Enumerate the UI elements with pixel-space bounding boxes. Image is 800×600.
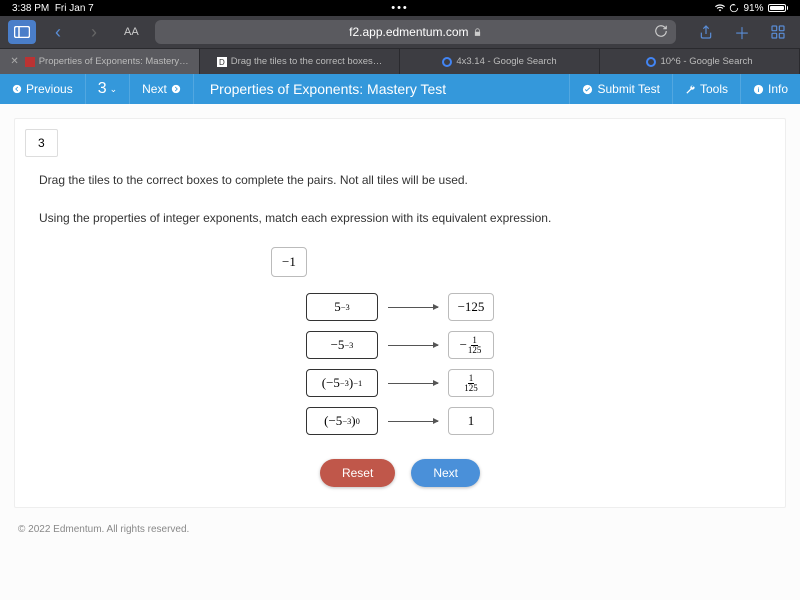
browser-tab[interactable]: ✕ Properties of Exponents: Mastery… <box>0 49 200 74</box>
sidebar-toggle-button[interactable] <box>8 20 36 44</box>
pair-row: (−5−3)0 1 <box>306 407 494 435</box>
answer-slot[interactable]: −1125 <box>448 331 494 359</box>
wifi-icon <box>715 3 725 13</box>
answer-slot[interactable]: 1 <box>448 407 494 435</box>
address-bar[interactable]: f2.app.edmentum.com <box>155 20 676 44</box>
refresh-icon[interactable] <box>654 24 668 41</box>
expression-box[interactable]: −5−3 <box>306 331 378 359</box>
tools-button[interactable]: Tools <box>672 74 740 104</box>
arrow-icon <box>388 345 438 346</box>
submit-test-button[interactable]: Submit Test <box>569 74 671 104</box>
arrow-icon <box>388 307 438 308</box>
tab-strip: ✕ Properties of Exponents: Mastery… D Dr… <box>0 48 800 74</box>
question-card: 3 Drag the tiles to the correct boxes to… <box>14 118 786 508</box>
favicon-icon <box>442 57 452 67</box>
battery-percent: 91% <box>743 3 763 14</box>
browser-toolbar: ‹ › AA f2.app.edmentum.com ＋ <box>0 16 800 48</box>
text-size-button[interactable]: AA <box>124 26 139 38</box>
question-badge: 3 <box>25 129 58 157</box>
back-button[interactable]: ‹ <box>44 20 72 44</box>
svg-text:D: D <box>219 58 225 67</box>
battery-icon <box>768 4 789 12</box>
arrow-icon <box>388 383 438 384</box>
next-question-button[interactable]: Next <box>411 459 480 487</box>
info-icon: i <box>753 84 764 95</box>
question-number-selector[interactable]: 3⌄ <box>86 74 130 104</box>
favicon-icon <box>646 57 656 67</box>
info-button[interactable]: i Info <box>740 74 800 104</box>
expression-box[interactable]: 5−3 <box>306 293 378 321</box>
answer-slot[interactable]: 1125 <box>448 369 494 397</box>
status-bar: 3:38 PM Fri Jan 7 ••• 91% <box>0 0 800 16</box>
tile-bank: −1 <box>15 247 785 277</box>
browser-tab[interactable]: D Drag the tiles to the correct boxes… <box>200 49 400 74</box>
pair-row: 5−3 −125 <box>306 293 494 321</box>
answer-slot[interactable]: −125 <box>448 293 494 321</box>
svg-text:i: i <box>758 86 760 93</box>
status-time-date: 3:38 PM Fri Jan 7 <box>12 3 94 14</box>
multitasking-dots[interactable]: ••• <box>391 2 409 14</box>
browser-tab[interactable]: 10^6 - Google Search <box>600 49 800 74</box>
action-buttons: Reset Next <box>15 459 785 487</box>
arrow-icon <box>388 421 438 422</box>
expression-box[interactable]: (−5−3)0 <box>306 407 378 435</box>
tab-label: 10^6 - Google Search <box>660 56 752 67</box>
status-right: 91% <box>715 3 788 14</box>
tab-label: 4x3.14 - Google Search <box>456 56 556 67</box>
draggable-tile[interactable]: −1 <box>271 247 307 277</box>
wrench-icon <box>685 84 696 95</box>
next-button[interactable]: Next <box>130 74 194 104</box>
favicon-icon: D <box>217 57 227 67</box>
instruction-text: Drag the tiles to the correct boxes to c… <box>15 167 785 193</box>
orientation-lock-icon <box>729 3 739 13</box>
new-tab-button[interactable]: ＋ <box>728 20 756 44</box>
instruction-text: Using the properties of integer exponent… <box>15 205 785 231</box>
tab-label: Drag the tiles to the correct boxes… <box>231 56 383 67</box>
matching-pairs: 5−3 −125 −5−3 −1125 (−5−3)−1 1125 (−5−3)… <box>15 293 785 435</box>
page-title: Properties of Exponents: Mastery Test <box>194 81 570 97</box>
pair-row: −5−3 −1125 <box>306 331 494 359</box>
favicon-icon <box>25 57 35 67</box>
browser-tab[interactable]: 4x3.14 - Google Search <box>400 49 600 74</box>
expression-box[interactable]: (−5−3)−1 <box>306 369 378 397</box>
arrow-left-icon <box>12 84 22 94</box>
share-button[interactable] <box>692 20 720 44</box>
reset-button[interactable]: Reset <box>320 459 395 487</box>
url-text: f2.app.edmentum.com <box>349 25 468 39</box>
check-icon <box>582 84 593 95</box>
app-header: Previous 3⌄ Next Properties of Exponents… <box>0 74 800 104</box>
lock-icon <box>473 28 482 37</box>
pair-row: (−5−3)−1 1125 <box>306 369 494 397</box>
tab-label: Properties of Exponents: Mastery… <box>39 56 189 67</box>
arrow-right-icon <box>171 84 181 94</box>
footer-copyright: © 2022 Edmentum. All rights reserved. <box>14 508 786 539</box>
forward-button[interactable]: › <box>80 20 108 44</box>
close-icon[interactable]: ✕ <box>10 56 18 67</box>
tab-overview-button[interactable] <box>764 20 792 44</box>
content-area: 3 Drag the tiles to the correct boxes to… <box>0 104 800 600</box>
previous-button[interactable]: Previous <box>0 74 86 104</box>
